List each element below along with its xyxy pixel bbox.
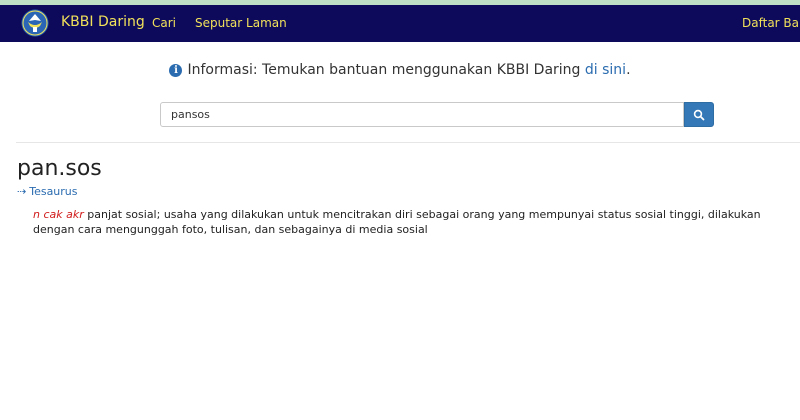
word-class-tags: n cak akr [33,208,84,221]
help-link[interactable]: di sini [585,62,626,78]
nav-link-daftar-baru[interactable]: Daftar Baru [742,16,800,30]
search-button[interactable] [684,102,714,127]
entry-definition: n cak akr panjat sosial; usaha yang dila… [33,207,795,237]
content-divider [16,142,800,143]
info-suffix: . [626,62,631,78]
tut-wuri-handayani-logo[interactable] [21,9,49,37]
nav-link-seputar-laman[interactable]: Seputar Laman [195,16,287,30]
definition-text: panjat sosial; usaha yang dilakukan untu… [33,208,761,236]
navbar: KBBI Daring Cari Seputar Laman Daftar Ba… [0,5,800,42]
tesaurus-label[interactable]: Tesaurus [29,185,77,198]
search-icon [693,109,705,120]
info-circle-icon: i [169,64,183,77]
search-input[interactable] [160,102,684,127]
info-text: Informasi: Temukan bantuan menggunakan K… [187,62,585,78]
tesaurus-link[interactable]: ⇢ Tesaurus [17,185,78,198]
brand-title[interactable]: KBBI Daring [61,14,145,30]
info-banner: i Informasi: Temukan bantuan menggunakan … [0,62,800,78]
arrow-right-icon: ⇢ [17,185,27,198]
entry-headword: pan.sos [17,156,102,181]
nav-link-cari[interactable]: Cari [152,16,176,30]
